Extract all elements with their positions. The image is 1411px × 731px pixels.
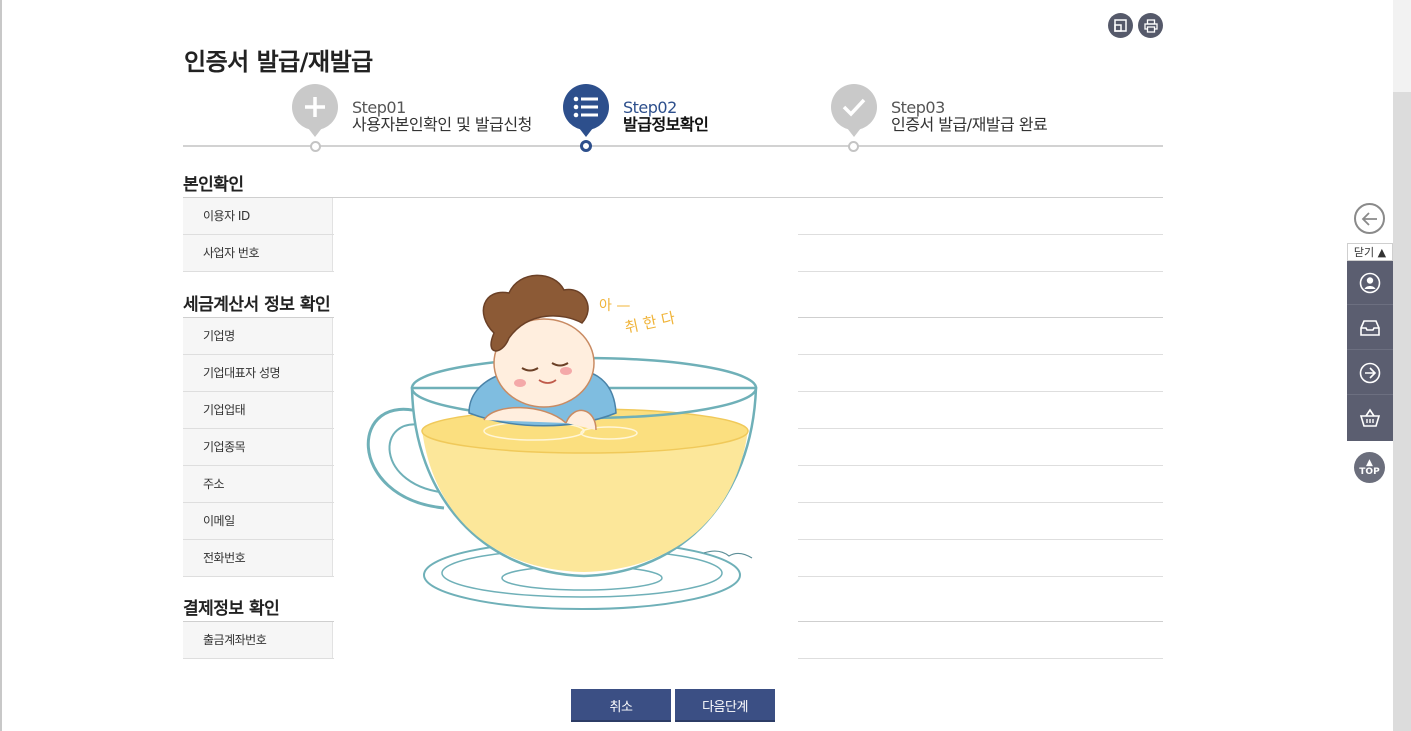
identity-section-title: 본인확인 xyxy=(183,175,244,195)
step-2-text: Step02 발급정보확인 xyxy=(623,98,709,134)
step-1-dot xyxy=(310,141,321,152)
step-3-dot xyxy=(848,141,859,152)
step-3-num: Step03 xyxy=(891,98,945,117)
window-left-edge xyxy=(0,0,2,731)
user-icon[interactable] xyxy=(1347,261,1393,305)
scroll-top-label: TOP xyxy=(1359,466,1380,477)
quick-menu-panel xyxy=(1347,261,1393,441)
arrow-right-icon[interactable] xyxy=(1347,351,1393,395)
field-label-business-type: 기업업태 xyxy=(183,392,333,428)
field-label-phone: 전화번호 xyxy=(183,540,333,576)
field-label-address: 주소 xyxy=(183,466,333,502)
window-icon[interactable] xyxy=(1108,13,1133,38)
step-2-pointer xyxy=(579,128,593,137)
field-label-user-id: 이용자 ID xyxy=(183,198,333,234)
check-icon xyxy=(831,84,877,130)
step-2-num: Step02 xyxy=(623,98,677,117)
illustration-caption-2: 취 한 다 xyxy=(623,309,677,337)
quick-menu-close-button[interactable]: 닫기 ▲ xyxy=(1347,243,1393,261)
next-step-button[interactable]: 다음단계 xyxy=(675,689,775,722)
field-label-business-item: 기업종목 xyxy=(183,429,333,465)
cancel-button[interactable]: 취소 xyxy=(571,689,671,722)
field-label-representative: 기업대표자 성명 xyxy=(183,355,333,391)
list-icon xyxy=(563,84,609,130)
field-label-business-number: 사업자 번호 xyxy=(183,235,333,271)
step-1-label: 사용자본인확인 및 발급신청 xyxy=(352,115,532,134)
print-icon[interactable] xyxy=(1138,13,1163,38)
step-progress-line xyxy=(183,145,1163,147)
basket-icon[interactable] xyxy=(1347,396,1393,440)
utility-icons xyxy=(1108,13,1163,38)
step-2-dot xyxy=(580,140,592,152)
illustration-caption-1: 아 — xyxy=(599,298,630,314)
teacup-illustration: 아 — 취 한 다 xyxy=(366,274,758,610)
field-label-email: 이메일 xyxy=(183,503,333,539)
tax-section-title: 세금계산서 정보 확인 xyxy=(183,295,331,315)
scrollbar-thumb[interactable] xyxy=(1393,92,1411,731)
step-3-text: Step03 인증서 발급/재발급 완료 xyxy=(891,98,1048,134)
scroll-top-button[interactable]: ▲ TOP xyxy=(1354,452,1385,483)
step-1-pointer xyxy=(308,128,322,137)
step-1-text: Step01 사용자본인확인 및 발급신청 xyxy=(352,99,532,133)
plus-icon xyxy=(292,84,338,130)
loading-illustration: 아 — 취 한 다 xyxy=(334,198,798,660)
page-title: 인증서 발급/재발급 xyxy=(184,48,373,76)
step-1-num: Step01 xyxy=(352,98,406,117)
step-3-label: 인증서 발급/재발급 완료 xyxy=(891,115,1048,134)
step-3-pointer xyxy=(847,128,861,137)
step-2-label: 발급정보확인 xyxy=(623,115,709,134)
field-label-company-name: 기업명 xyxy=(183,318,333,354)
vertical-scrollbar[interactable] xyxy=(1393,0,1411,731)
field-label-account: 출금계좌번호 xyxy=(183,622,333,658)
payment-section-title: 결제정보 확인 xyxy=(183,599,280,619)
back-icon[interactable] xyxy=(1354,203,1385,234)
inbox-icon[interactable] xyxy=(1347,306,1393,350)
